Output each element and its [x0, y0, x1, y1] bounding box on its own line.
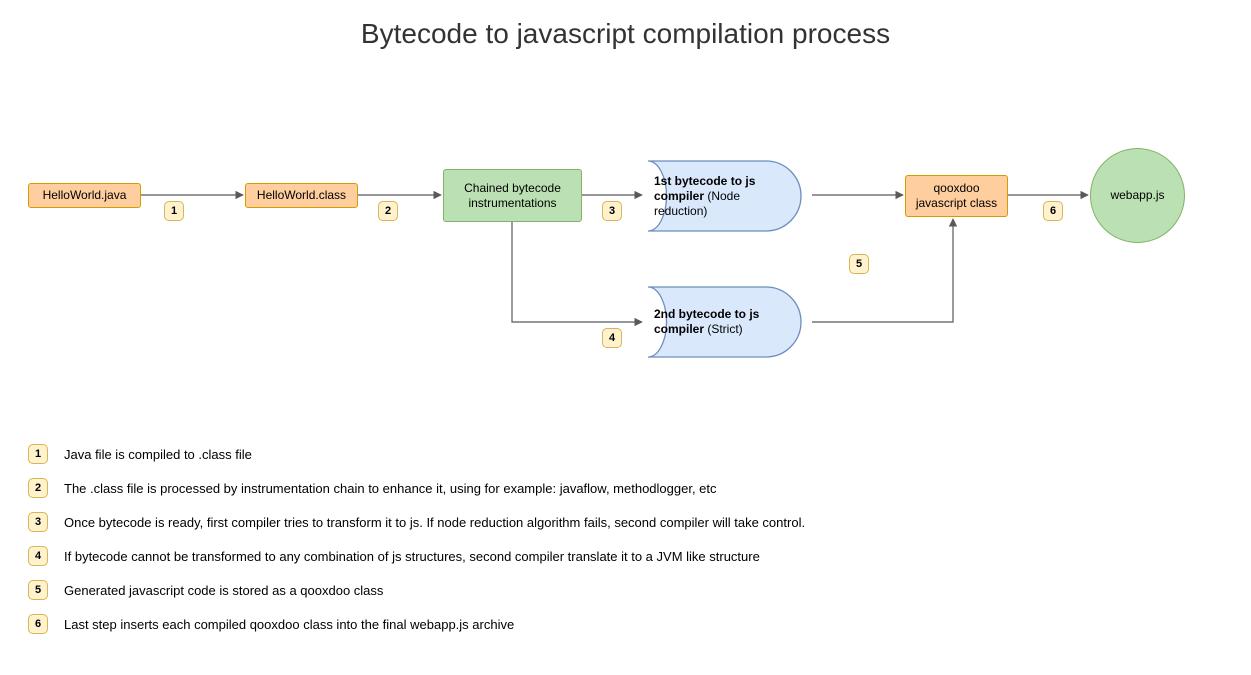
- legend-badge-5: 5: [28, 580, 48, 600]
- legend-badge-1: 1: [28, 444, 48, 464]
- legend-row-4: 4 If bytecode cannot be transformed to a…: [28, 546, 928, 566]
- diagram-title: Bytecode to javascript compilation proce…: [0, 18, 1251, 50]
- legend: 1 Java file is compiled to .class file 2…: [28, 444, 928, 648]
- node-webapp-js: webapp.js: [1090, 148, 1185, 243]
- legend-badge-3: 3: [28, 512, 48, 532]
- legend-row-2: 2 The .class file is processed by instru…: [28, 478, 928, 498]
- step-badge-3: 3: [602, 201, 622, 221]
- node-class-file: HelloWorld.class: [245, 183, 358, 208]
- step-badge-5: 5: [849, 254, 869, 274]
- legend-text-5: Generated javascript code is stored as a…: [64, 583, 383, 598]
- node-compiler-2: 2nd bytecode to js compiler (Strict): [636, 286, 810, 358]
- node-java-file: HelloWorld.java: [28, 183, 141, 208]
- step-badge-4: 4: [602, 328, 622, 348]
- diagram-canvas: Bytecode to javascript compilation proce…: [0, 0, 1251, 675]
- compiler-2-label: 2nd bytecode to js compiler (Strict): [654, 286, 782, 358]
- legend-text-4: If bytecode cannot be transformed to any…: [64, 549, 760, 564]
- node-instrumentations: Chained bytecode instrumentations: [443, 169, 582, 222]
- legend-row-6: 6 Last step inserts each compiled qooxdo…: [28, 614, 928, 634]
- legend-row-5: 5 Generated javascript code is stored as…: [28, 580, 928, 600]
- legend-text-1: Java file is compiled to .class file: [64, 447, 252, 462]
- legend-text-3: Once bytecode is ready, first compiler t…: [64, 515, 805, 530]
- legend-badge-4: 4: [28, 546, 48, 566]
- step-badge-6: 6: [1043, 201, 1063, 221]
- step-badge-2: 2: [378, 201, 398, 221]
- legend-row-1: 1 Java file is compiled to .class file: [28, 444, 928, 464]
- legend-badge-6: 6: [28, 614, 48, 634]
- node-qooxdoo-class: qooxdoo javascript class: [905, 175, 1008, 217]
- edge-5: [812, 219, 953, 322]
- legend-badge-2: 2: [28, 478, 48, 498]
- step-badge-1: 1: [164, 201, 184, 221]
- node-compiler-1: 1st bytecode to js compiler (Node reduct…: [636, 160, 810, 232]
- edge-4: [512, 222, 642, 322]
- legend-text-6: Last step inserts each compiled qooxdoo …: [64, 617, 514, 632]
- legend-row-3: 3 Once bytecode is ready, first compiler…: [28, 512, 928, 532]
- legend-text-2: The .class file is processed by instrume…: [64, 481, 717, 496]
- compiler-1-label: 1st bytecode to js compiler (Node reduct…: [654, 160, 782, 232]
